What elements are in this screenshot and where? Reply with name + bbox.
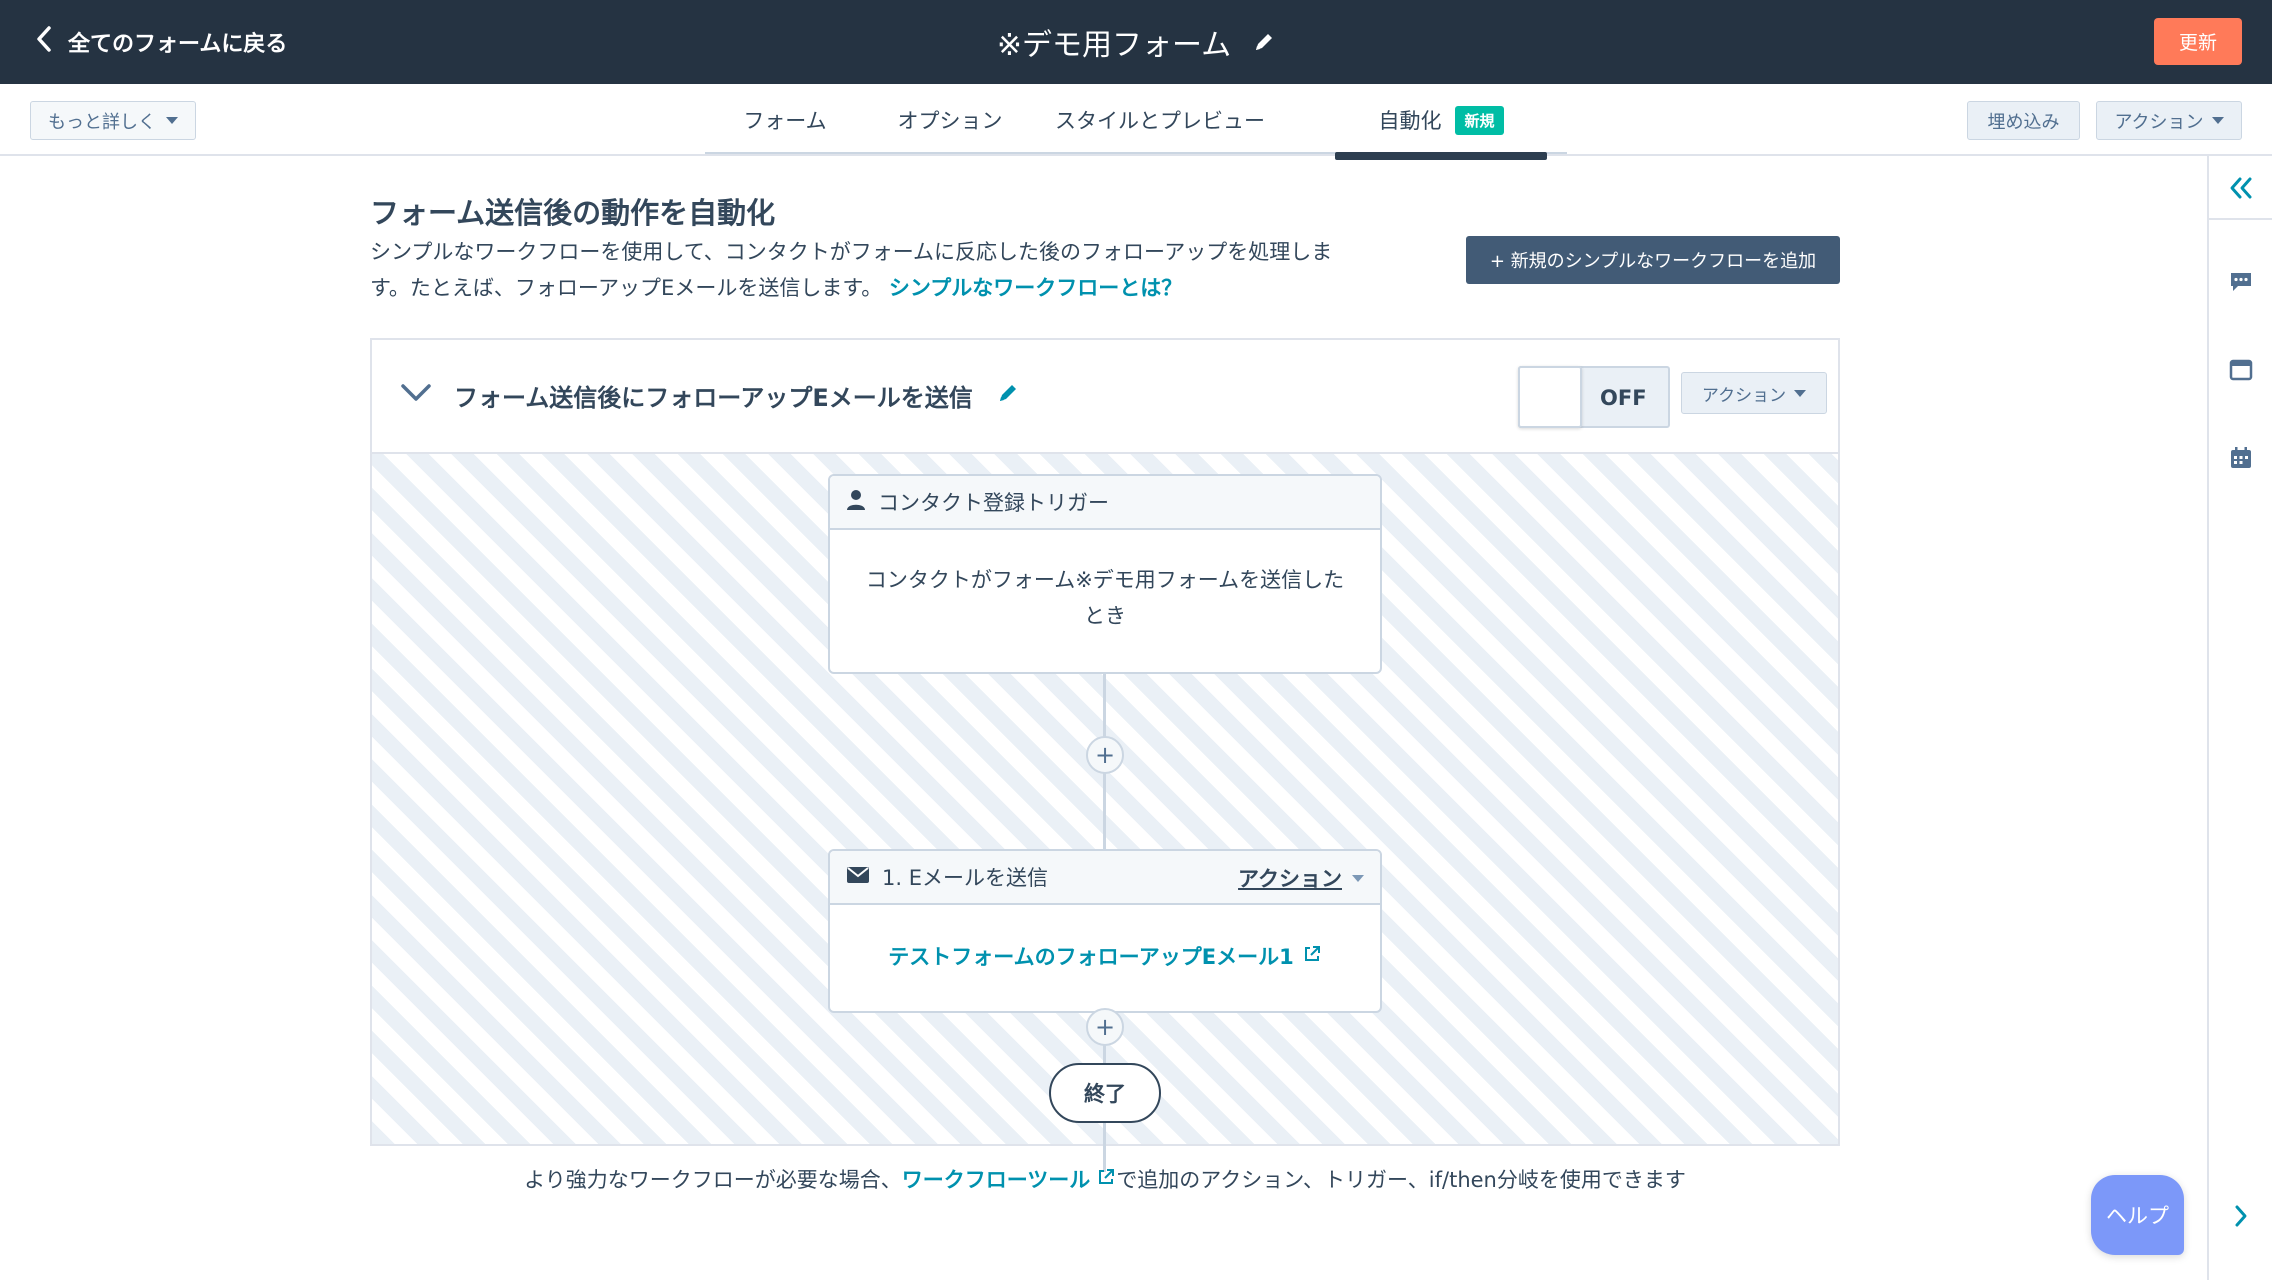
chevron-left-icon: [34, 25, 54, 59]
footer-note: より強力なワークフローが必要な場合、 ワークフローツール で追加のアクション、トリガ…: [370, 1164, 1840, 1194]
workflow-actions-label: アクション: [1701, 385, 1787, 406]
what-is-simple-workflow-link[interactable]: シンプルなワークフローとは？: [889, 276, 1182, 300]
right-sidebar: [2207, 156, 2272, 1280]
update-button[interactable]: 更新: [2154, 18, 2242, 65]
actions-dropdown-button[interactable]: アクション: [2096, 101, 2242, 140]
trigger-node-title: コンタクト登録トリガー: [878, 491, 1109, 515]
footer-suffix: で追加のアクション、トリガー、if/then分岐を使用できます: [1116, 1168, 1686, 1192]
tab-options[interactable]: オプション: [865, 84, 1035, 156]
embed-button[interactable]: 埋め込み: [1967, 101, 2080, 140]
workflow-card: フォーム送信後にフォローアップEメールを送信 OFF アクション コンタクト登録…: [370, 338, 1840, 1172]
email-step-actions-dropdown[interactable]: アクション: [1238, 863, 1364, 893]
chevron-down-icon[interactable]: [400, 382, 432, 408]
email-step-node: 1. Eメールを送信 アクション テストフォームのフォローアップEメール1: [828, 849, 1382, 1013]
external-link-icon: [1302, 939, 1322, 975]
tab-options-label: オプション: [897, 109, 1003, 133]
browser-window-icon[interactable]: [2223, 352, 2259, 388]
add-simple-workflow-button[interactable]: + 新規のシンプルなワークフローを追加: [1466, 236, 1840, 284]
workflow-toggle[interactable]: OFF: [1518, 366, 1670, 428]
envelope-icon: [846, 865, 870, 889]
page-heading: フォーム送信後の動作を自動化: [370, 196, 776, 230]
add-step-button[interactable]: +: [1086, 736, 1124, 774]
tab-automation[interactable]: 自動化 新規: [1335, 84, 1547, 160]
tab-style-preview-label: スタイルとプレビュー: [1055, 109, 1265, 133]
tab-form[interactable]: フォーム: [705, 84, 865, 156]
collapse-double-chevron-icon[interactable]: [2223, 170, 2259, 206]
page-description: シンプルなワークフローを使用して、コンタクトがフォームに反応した後のフォローアッ…: [370, 234, 1340, 306]
nav-bar: もっと詳しく フォーム オプション スタイルとプレビュー 自動化 新規 埋め込み…: [0, 84, 2272, 160]
caret-down-icon: [1794, 389, 1807, 397]
description-text: シンプルなワークフローを使用して、コンタクトがフォームに反応した後のフォローアッ…: [370, 240, 1333, 300]
trigger-node-header: コンタクト登録トリガー: [830, 476, 1380, 530]
chat-bubble-icon[interactable]: [2223, 264, 2259, 300]
workflow-tool-label: ワークフローツール: [901, 1168, 1091, 1192]
email-step-header: 1. Eメールを送信 アクション: [830, 851, 1380, 905]
toggle-state-label: OFF: [1600, 386, 1647, 410]
actions-label: アクション: [2114, 111, 2204, 133]
end-node: 終了: [1049, 1063, 1161, 1123]
caret-down-icon: [2211, 117, 2224, 124]
trigger-description-line1: コンタクトがフォーム※デモ用フォームを送信した: [865, 568, 1345, 592]
workflow-title: フォーム送信後にフォローアップEメールを送信: [454, 384, 973, 412]
toggle-knob: [1518, 366, 1582, 428]
new-badge: 新規: [1455, 105, 1504, 135]
tab-form-label: フォーム: [743, 109, 827, 133]
add-step-button[interactable]: +: [1086, 1008, 1124, 1046]
more-label: もっと詳しく: [48, 111, 156, 133]
caret-down-icon: [1352, 874, 1364, 882]
workflow-header: フォーム送信後にフォローアップEメールを送信 OFF アクション: [372, 340, 1838, 454]
caret-down-icon: [166, 117, 178, 124]
pencil-icon[interactable]: [1253, 31, 1275, 53]
footer-prefix: より強力なワークフローが必要な場合、: [524, 1168, 902, 1192]
email-step-title: 1. Eメールを送信: [882, 866, 1048, 890]
top-bar: 全てのフォームに戻る ※デモ用フォーム 更新: [0, 0, 2272, 84]
contact-person-icon: [846, 489, 866, 516]
email-step-actions-label: アクション: [1238, 867, 1342, 891]
followup-email-link[interactable]: テストフォームのフォローアップEメール1: [888, 939, 1322, 975]
back-link-label: 全てのフォームに戻る: [68, 32, 288, 57]
trigger-description-line2: とき: [1084, 604, 1126, 628]
workflow-actions-button[interactable]: アクション: [1681, 372, 1827, 414]
workflow-canvas: コンタクト登録トリガー コンタクトがフォーム※デモ用フォームを送信した とき +…: [372, 454, 1838, 1172]
help-button[interactable]: ヘルプ: [2091, 1175, 2184, 1255]
email-step-body: テストフォームのフォローアップEメール1: [830, 905, 1380, 975]
tab-bar: フォーム オプション スタイルとプレビュー 自動化 新規: [705, 84, 1547, 160]
followup-email-label: テストフォームのフォローアップEメール1: [888, 945, 1294, 969]
form-title: ※デモ用フォーム: [996, 28, 1232, 63]
tab-style-preview[interactable]: スタイルとプレビュー: [1035, 84, 1285, 156]
workflow-tool-link[interactable]: ワークフローツール: [902, 1164, 1117, 1194]
pencil-icon[interactable]: [997, 382, 1019, 408]
sidebar-divider: [2209, 218, 2272, 220]
back-to-forms-link[interactable]: 全てのフォームに戻る: [34, 22, 287, 62]
trigger-node-body: コンタクトがフォーム※デモ用フォームを送信した とき: [830, 530, 1380, 634]
calendar-icon[interactable]: [2223, 440, 2259, 476]
embed-label: 埋め込み: [1987, 111, 2060, 133]
tab-automation-label: 自動化: [1378, 109, 1442, 133]
more-dropdown-button[interactable]: もっと詳しく: [30, 101, 196, 140]
external-link-icon: [1096, 1167, 1116, 1192]
chevron-right-icon[interactable]: [2223, 1198, 2259, 1234]
trigger-node: コンタクト登録トリガー コンタクトがフォーム※デモ用フォームを送信した とき: [828, 474, 1382, 674]
